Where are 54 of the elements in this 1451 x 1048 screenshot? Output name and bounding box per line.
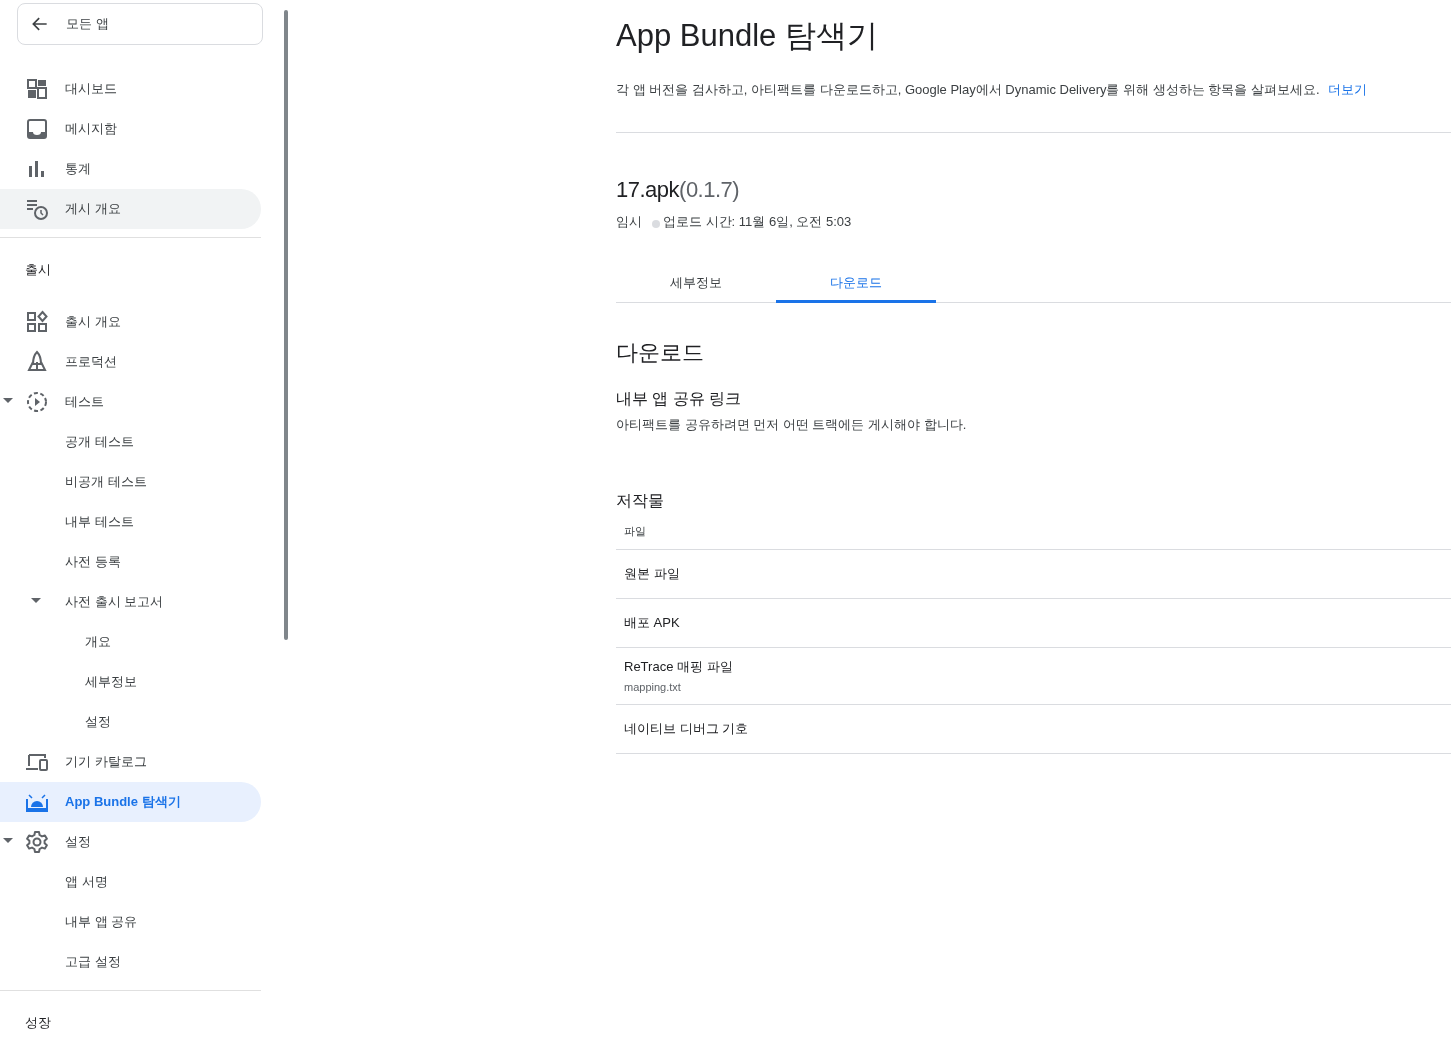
nav-item[interactable]: 설정 bbox=[0, 702, 261, 742]
nav-item[interactable]: 대시보드 bbox=[0, 69, 261, 109]
gear-icon bbox=[25, 830, 49, 854]
nav-item[interactable]: 기기 카탈로그 bbox=[0, 742, 261, 782]
nav-item[interactable]: 테스트 bbox=[0, 382, 261, 422]
section-header: 성장 bbox=[24, 1014, 52, 1032]
tab[interactable]: 다운로드 bbox=[776, 265, 936, 304]
tab[interactable]: 세부정보 bbox=[616, 265, 776, 304]
nav-item[interactable]: 내부 테스트 bbox=[0, 502, 261, 542]
page-title: App Bundle 탐색기 bbox=[616, 17, 879, 55]
nav-item[interactable]: 프로덕션 bbox=[0, 342, 261, 382]
learn-more-link[interactable]: 더보기 bbox=[1327, 82, 1367, 98]
caret-down-icon bbox=[31, 598, 41, 604]
nav-item[interactable]: 내부 앱 공유 bbox=[0, 902, 261, 942]
nav-item[interactable]: 세부정보 bbox=[0, 662, 261, 702]
page-description: 각 앱 버전을 검사하고, 아티팩트를 다운로드하고, Google Play에서 Dynamic Delivery를 위해 생성하는 항목을 살펴보세요. 더보기 bbox=[616, 81, 1368, 100]
section-title: 다운로드 bbox=[616, 339, 705, 368]
nav-item[interactable]: 개요 bbox=[0, 622, 261, 662]
caret-down-icon bbox=[3, 398, 13, 404]
shapes-icon bbox=[25, 310, 49, 334]
nav-item[interactable]: 앱 서명 bbox=[0, 862, 261, 902]
status-dot bbox=[652, 219, 660, 228]
artifact-title: 17.apk(0.1.7) bbox=[616, 175, 741, 204]
nav-item[interactable]: 출시 개요 bbox=[0, 302, 261, 342]
file-name: ReTrace 매핑 파일 bbox=[624, 657, 734, 676]
back-button[interactable]: 모든 앱 bbox=[17, 3, 263, 45]
upload-time: 업로드 시간: 11월 6일, 오전 5:03 bbox=[663, 212, 852, 231]
status-text: 임시 bbox=[616, 212, 642, 231]
grid-icon bbox=[25, 77, 49, 101]
subsection-title: 저작물 bbox=[616, 490, 665, 511]
nav-item[interactable]: 게시 개요 bbox=[0, 189, 261, 229]
list-clock-icon bbox=[25, 197, 49, 221]
file-name: 네이티브 디버그 기호 bbox=[624, 720, 750, 739]
inbox-icon bbox=[25, 117, 49, 141]
subsection-title: 내부 앱 공유 링크 bbox=[616, 389, 743, 410]
info-text: 아티팩트를 공유하려면 먼저 어떤 트랙에든 게시해야 합니다. bbox=[616, 416, 968, 435]
file-name: 배포 APK bbox=[624, 614, 681, 633]
nav-item[interactable]: 설정 bbox=[0, 822, 261, 862]
nav-item[interactable]: 메시지함 bbox=[0, 109, 261, 149]
nav-item[interactable]: App Bundle 탐색기 bbox=[0, 782, 261, 822]
nav-item[interactable]: 공개 테스트 bbox=[0, 422, 261, 462]
nav-item[interactable]: 통계 bbox=[0, 149, 261, 189]
file-subtitle: mapping.txt bbox=[624, 680, 682, 696]
caret-down-icon bbox=[3, 838, 13, 844]
nav-item[interactable]: 사전 등록 bbox=[0, 542, 261, 582]
play-circle-icon bbox=[25, 390, 49, 414]
scrollbar[interactable] bbox=[284, 10, 288, 640]
nav-item[interactable]: 고급 설정 bbox=[0, 942, 261, 982]
section-header: 출시 bbox=[24, 261, 52, 279]
file-name: 원본 파일 bbox=[624, 565, 681, 584]
nav-item[interactable]: 비공개 테스트 bbox=[0, 462, 261, 502]
nav-item[interactable]: 사전 출시 보고서 bbox=[0, 582, 261, 622]
column-header: 파일 bbox=[616, 512, 1451, 551]
rocket-icon bbox=[25, 350, 49, 374]
